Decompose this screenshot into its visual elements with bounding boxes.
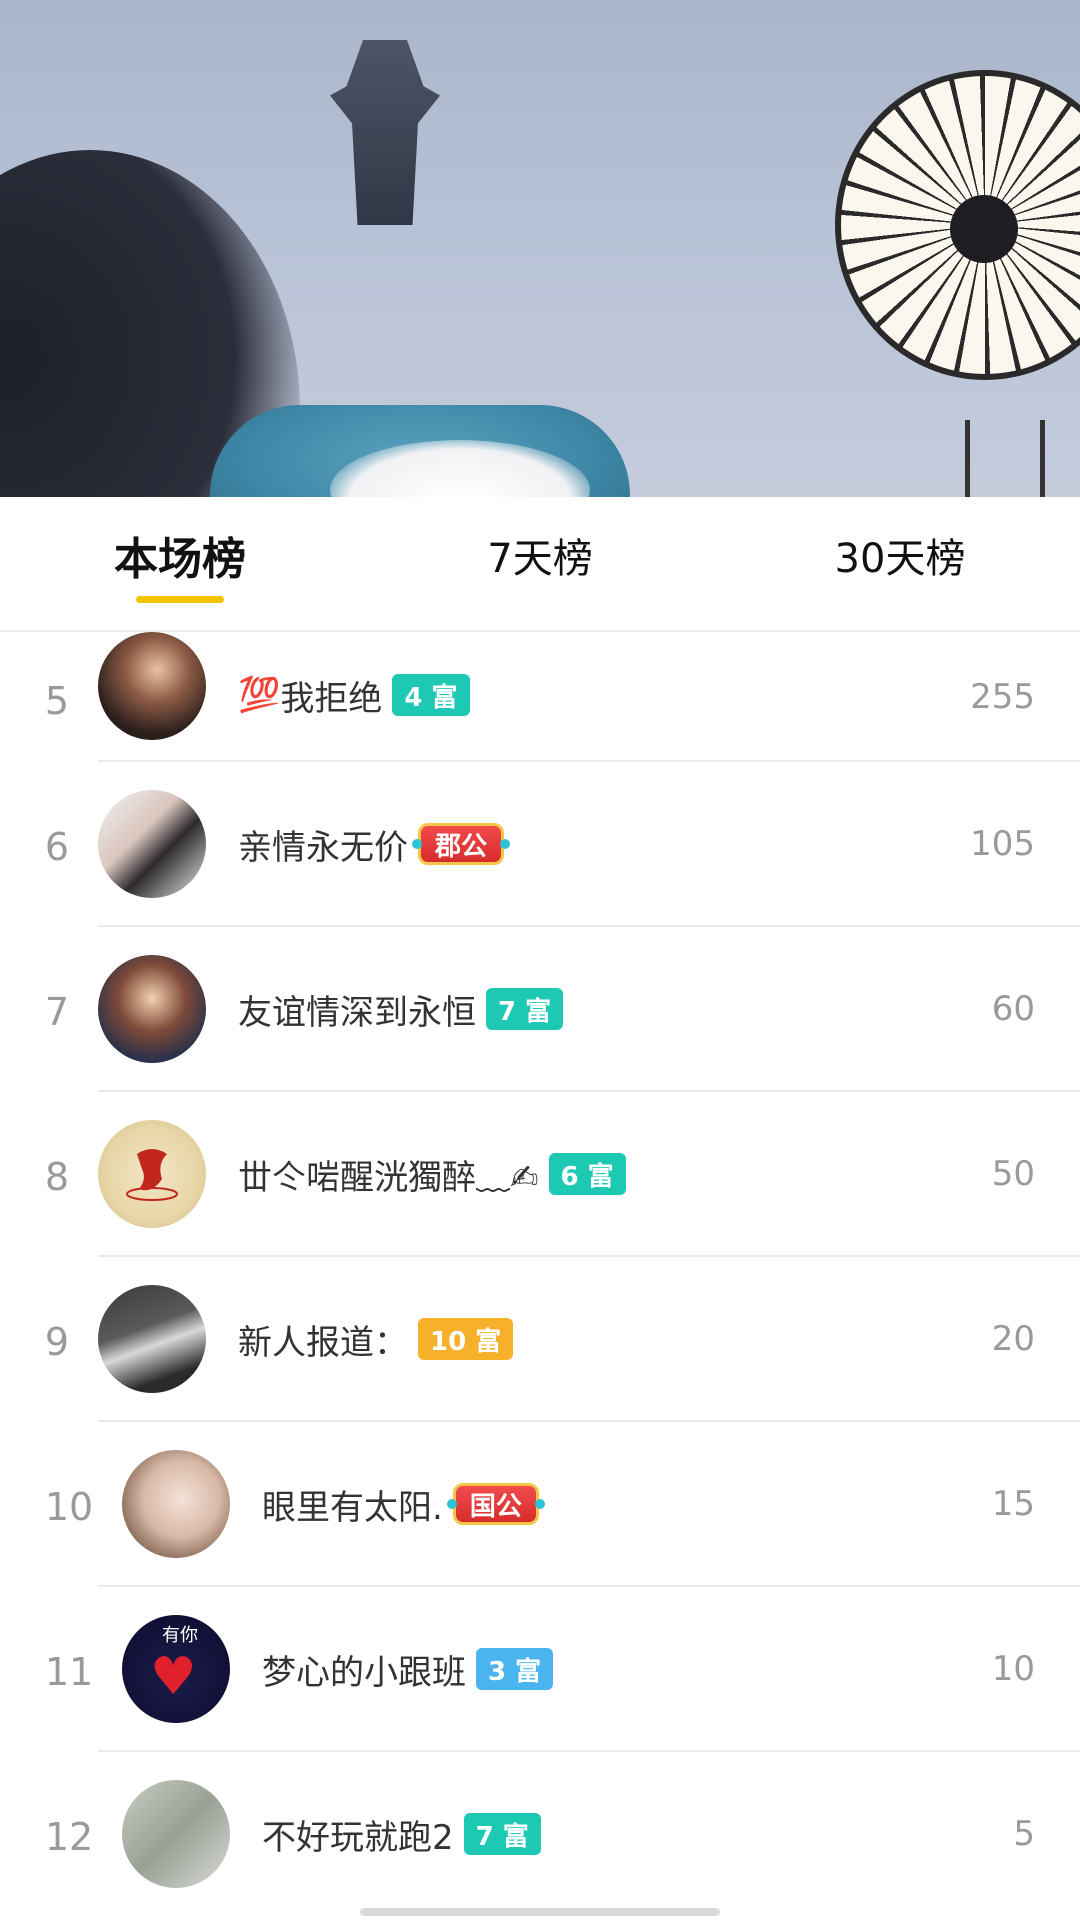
lamp-bulb <box>950 195 1018 263</box>
wealth-level-badge: 6 富 <box>548 1153 626 1195</box>
user-name: 丗仒啱醒洸獨醉﹏✍ <box>238 1157 539 1198</box>
rank-number: 5 <box>44 679 70 723</box>
user-name-prefix-emoji: 💯 <box>238 675 281 715</box>
contribution-score: 255 <box>970 677 1035 717</box>
rank-number: 7 <box>44 990 70 1034</box>
rank-number: 6 <box>44 825 70 869</box>
user-name: 眼里有太阳. <box>262 1487 443 1528</box>
contribution-score: 105 <box>970 824 1035 864</box>
list-item[interactable]: 12 不好玩就跑2 7 富 5 <box>0 1752 1080 1917</box>
user-name-group: 梦心的小跟班 3 富 <box>262 1639 554 1699</box>
tab-30-days[interactable]: 30天榜 <box>780 527 1020 583</box>
wealth-level-badge: 4 富 <box>392 674 470 716</box>
user-name-group: 新人报道： 10 富 <box>238 1309 514 1369</box>
user-name: 我拒绝 <box>280 678 383 719</box>
avatar[interactable] <box>122 1780 230 1888</box>
avatar[interactable] <box>98 955 206 1063</box>
user-name-group: 不好玩就跑2 7 富 <box>262 1804 541 1864</box>
emblem-icon <box>126 1149 178 1201</box>
contribution-score: 10 <box>991 1649 1035 1689</box>
user-name-group: 亲情永无价 郡公 <box>238 814 511 874</box>
active-tab-indicator <box>136 596 224 603</box>
avatar[interactable] <box>98 1285 206 1393</box>
noble-title-badge: 郡公 <box>411 823 511 865</box>
wealth-level-badge: 10 富 <box>418 1318 514 1360</box>
list-item[interactable]: 5 💯 我拒绝 4 富 255 <box>0 632 1080 762</box>
user-name-group: 丗仒啱醒洸獨醉﹏✍ 6 富 <box>238 1144 626 1204</box>
contribution-score: 20 <box>991 1319 1035 1359</box>
avatar-caption: 有你 <box>162 1625 198 1646</box>
noble-title-badge: 国公 <box>446 1483 545 1525</box>
contribution-score: 5 <box>1013 1814 1035 1854</box>
rank-number: 9 <box>44 1320 70 1364</box>
contribution-score: 15 <box>991 1484 1035 1524</box>
user-name-group: 眼里有太阳. 国公 <box>262 1474 545 1534</box>
rank-number: 11 <box>44 1650 94 1694</box>
tab-7-days[interactable]: 7天榜 <box>420 527 660 583</box>
rank-number: 10 <box>44 1485 94 1529</box>
user-name-group: 💯 我拒绝 4 富 <box>238 665 470 725</box>
wealth-level-badge: 7 富 <box>463 1813 541 1855</box>
rank-number: 12 <box>44 1815 94 1859</box>
avatar[interactable] <box>98 790 206 898</box>
list-item[interactable]: 7 友谊情深到永恒 7 富 60 <box>0 927 1080 1092</box>
wealth-level-badge: 3 富 <box>476 1648 554 1690</box>
list-item[interactable]: 10 眼里有太阳. 国公 15 <box>0 1422 1080 1587</box>
user-name: 梦心的小跟班 <box>262 1652 466 1693</box>
list-item[interactable]: 11 有你 ♥ 梦心的小跟班 3 富 10 <box>0 1587 1080 1752</box>
avatar[interactable] <box>98 632 206 740</box>
contribution-score: 60 <box>991 989 1035 1029</box>
user-name: 新人报道： <box>238 1322 408 1363</box>
heart-icon: ♥ <box>150 1647 197 1707</box>
wall-deer-head-decor <box>330 40 440 225</box>
user-name-group: 友谊情深到永恒 7 富 <box>238 979 564 1039</box>
list-item[interactable]: 8 丗仒啱醒洸獨醉﹏✍ 6 富 50 <box>0 1092 1080 1257</box>
live-video-area[interactable] <box>0 0 1080 497</box>
ranking-tab-bar: 本场榜 7天榜 30天榜 <box>0 497 1080 631</box>
list-item[interactable]: 6 亲情永无价 郡公 105 <box>0 762 1080 927</box>
rank-number: 8 <box>44 1155 70 1199</box>
wealth-level-badge: 7 富 <box>486 988 564 1030</box>
avatar[interactable] <box>122 1450 230 1558</box>
home-indicator[interactable] <box>360 1908 720 1916</box>
user-name: 亲情永无价 <box>238 827 408 868</box>
avatar[interactable] <box>98 1120 206 1228</box>
ranking-list: 5 💯 我拒绝 4 富 255 6 亲情永无价 郡公 105 7 友谊情深到永恒… <box>0 632 1080 1917</box>
contribution-score: 50 <box>991 1154 1035 1194</box>
tab-current-session[interactable]: 本场榜 <box>60 527 300 585</box>
lamp-tripod <box>965 420 1045 497</box>
user-name: 友谊情深到永恒 <box>238 992 476 1033</box>
avatar[interactable]: 有你 ♥ <box>122 1615 230 1723</box>
list-item[interactable]: 9 新人报道： 10 富 20 <box>0 1257 1080 1422</box>
user-name: 不好玩就跑2 <box>262 1817 454 1858</box>
